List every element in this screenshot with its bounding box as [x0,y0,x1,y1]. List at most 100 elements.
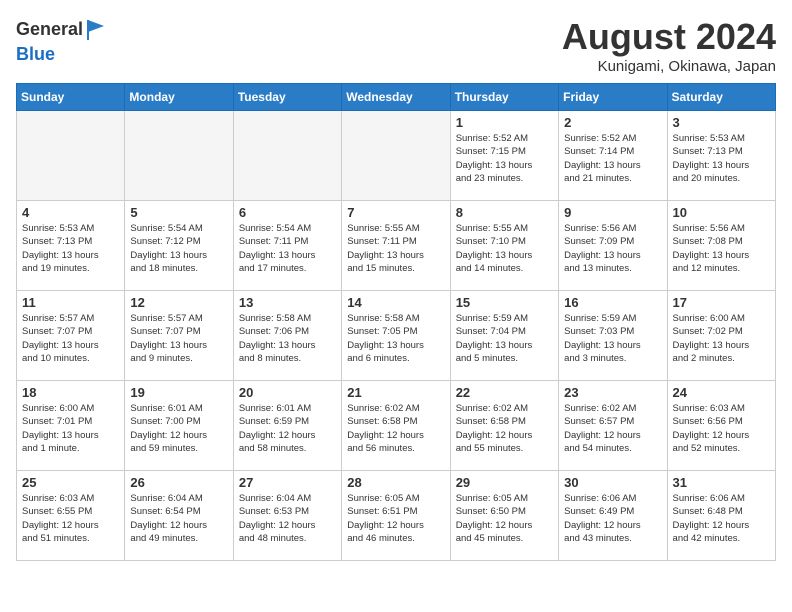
calendar-day-cell: 14 Sunrise: 5:58 AM Sunset: 7:05 PM Dayli… [342,291,450,381]
calendar-day-cell: 22 Sunrise: 6:02 AM Sunset: 6:58 PM Dayli… [450,381,558,471]
day-number: 31 [673,475,770,490]
day-number: 4 [22,205,119,220]
calendar-day-cell [342,111,450,201]
calendar-day-cell: 29 Sunrise: 6:05 AM Sunset: 6:50 PM Dayli… [450,471,558,561]
day-number: 14 [347,295,444,310]
day-number: 21 [347,385,444,400]
day-number: 2 [564,115,661,130]
day-of-week-header: Friday [559,84,667,111]
calendar-day-cell: 11 Sunrise: 5:57 AM Sunset: 7:07 PM Dayli… [17,291,125,381]
calendar-day-cell: 27 Sunrise: 6:04 AM Sunset: 6:53 PM Dayli… [233,471,341,561]
day-number: 24 [673,385,770,400]
day-info: Sunrise: 5:54 AM Sunset: 7:12 PM Dayligh… [130,222,227,275]
calendar-day-cell [17,111,125,201]
day-info: Sunrise: 5:58 AM Sunset: 7:06 PM Dayligh… [239,312,336,365]
day-info: Sunrise: 5:59 AM Sunset: 7:04 PM Dayligh… [456,312,553,365]
day-number: 6 [239,205,336,220]
day-of-week-header: Monday [125,84,233,111]
day-number: 15 [456,295,553,310]
calendar-week-row: 1 Sunrise: 5:52 AM Sunset: 7:15 PM Daylig… [17,111,776,201]
day-info: Sunrise: 6:05 AM Sunset: 6:51 PM Dayligh… [347,492,444,545]
day-info: Sunrise: 5:57 AM Sunset: 7:07 PM Dayligh… [130,312,227,365]
day-number: 23 [564,385,661,400]
day-of-week-header: Thursday [450,84,558,111]
day-info: Sunrise: 5:53 AM Sunset: 7:13 PM Dayligh… [673,132,770,185]
calendar-day-cell: 17Sunrise: 6:00 AM Sunset: 7:02 PM Dayli… [667,291,775,381]
title-section: August 2024 Kunigami, Okinawa, Japan [562,16,776,75]
day-info: Sunrise: 6:01 AM Sunset: 6:59 PM Dayligh… [239,402,336,455]
calendar-day-cell: 3 Sunrise: 5:53 AM Sunset: 7:13 PM Daylig… [667,111,775,201]
day-of-week-header: Wednesday [342,84,450,111]
day-number: 25 [22,475,119,490]
calendar-day-cell [233,111,341,201]
calendar-day-cell: 31 Sunrise: 6:06 AM Sunset: 6:48 PM Dayli… [667,471,775,561]
calendar-header-row: SundayMondayTuesdayWednesdayThursdayFrid… [17,84,776,111]
day-number: 8 [456,205,553,220]
calendar-day-cell: 30Sunrise: 6:06 AM Sunset: 6:49 PM Dayli… [559,471,667,561]
calendar-table: SundayMondayTuesdayWednesdayThursdayFrid… [16,83,776,561]
calendar-week-row: 11 Sunrise: 5:57 AM Sunset: 7:07 PM Dayli… [17,291,776,381]
day-number: 13 [239,295,336,310]
calendar-day-cell: 5 Sunrise: 5:54 AM Sunset: 7:12 PM Daylig… [125,201,233,291]
logo-general: General [16,19,83,39]
day-number: 3 [673,115,770,130]
day-number: 5 [130,205,227,220]
day-number: 27 [239,475,336,490]
logo: General Blue [16,16,113,66]
day-info: Sunrise: 5:55 AM Sunset: 7:11 PM Dayligh… [347,222,444,275]
day-info: Sunrise: 5:56 AM Sunset: 7:09 PM Dayligh… [564,222,661,275]
calendar-week-row: 4 Sunrise: 5:53 AM Sunset: 7:13 PM Daylig… [17,201,776,291]
day-number: 19 [130,385,227,400]
calendar-day-cell: 12Sunrise: 5:57 AM Sunset: 7:07 PM Dayli… [125,291,233,381]
page-header: General Blue August 2024 Kunigami, Okina… [16,16,776,75]
day-number: 7 [347,205,444,220]
day-info: Sunrise: 6:03 AM Sunset: 6:55 PM Dayligh… [22,492,119,545]
day-number: 1 [456,115,553,130]
day-number: 10 [673,205,770,220]
logo-blue: Blue [16,44,55,64]
calendar-day-cell: 20Sunrise: 6:01 AM Sunset: 6:59 PM Dayli… [233,381,341,471]
day-info: Sunrise: 6:01 AM Sunset: 7:00 PM Dayligh… [130,402,227,455]
day-number: 22 [456,385,553,400]
calendar-day-cell: 26 Sunrise: 6:04 AM Sunset: 6:54 PM Dayli… [125,471,233,561]
day-info: Sunrise: 6:05 AM Sunset: 6:50 PM Dayligh… [456,492,553,545]
calendar-day-cell: 1 Sunrise: 5:52 AM Sunset: 7:15 PM Daylig… [450,111,558,201]
day-number: 17 [673,295,770,310]
day-info: Sunrise: 5:53 AM Sunset: 7:13 PM Dayligh… [22,222,119,275]
day-number: 16 [564,295,661,310]
calendar-day-cell: 4 Sunrise: 5:53 AM Sunset: 7:13 PM Daylig… [17,201,125,291]
day-number: 9 [564,205,661,220]
day-number: 11 [22,295,119,310]
day-number: 26 [130,475,227,490]
calendar-day-cell: 7 Sunrise: 5:55 AM Sunset: 7:11 PM Daylig… [342,201,450,291]
calendar-day-cell: 6Sunrise: 5:54 AM Sunset: 7:11 PM Daylig… [233,201,341,291]
day-info: Sunrise: 6:03 AM Sunset: 6:56 PM Dayligh… [673,402,770,455]
calendar-day-cell: 9 Sunrise: 5:56 AM Sunset: 7:09 PM Daylig… [559,201,667,291]
calendar-day-cell [125,111,233,201]
calendar-day-cell: 28Sunrise: 6:05 AM Sunset: 6:51 PM Dayli… [342,471,450,561]
day-info: Sunrise: 6:04 AM Sunset: 6:54 PM Dayligh… [130,492,227,545]
day-info: Sunrise: 5:57 AM Sunset: 7:07 PM Dayligh… [22,312,119,365]
calendar-day-cell: 23Sunrise: 6:02 AM Sunset: 6:57 PM Dayli… [559,381,667,471]
day-info: Sunrise: 6:04 AM Sunset: 6:53 PM Dayligh… [239,492,336,545]
calendar-day-cell: 15 Sunrise: 5:59 AM Sunset: 7:04 PM Dayli… [450,291,558,381]
day-of-week-header: Tuesday [233,84,341,111]
day-info: Sunrise: 5:52 AM Sunset: 7:15 PM Dayligh… [456,132,553,185]
day-info: Sunrise: 5:58 AM Sunset: 7:05 PM Dayligh… [347,312,444,365]
calendar-day-cell: 10Sunrise: 5:56 AM Sunset: 7:08 PM Dayli… [667,201,775,291]
day-number: 29 [456,475,553,490]
calendar-week-row: 25 Sunrise: 6:03 AM Sunset: 6:55 PM Dayli… [17,471,776,561]
calendar-day-cell: 16Sunrise: 5:59 AM Sunset: 7:03 PM Dayli… [559,291,667,381]
day-info: Sunrise: 6:00 AM Sunset: 7:01 PM Dayligh… [22,402,119,455]
day-of-week-header: Saturday [667,84,775,111]
day-number: 30 [564,475,661,490]
day-info: Sunrise: 6:02 AM Sunset: 6:58 PM Dayligh… [347,402,444,455]
day-of-week-header: Sunday [17,84,125,111]
calendar-day-cell: 18Sunrise: 6:00 AM Sunset: 7:01 PM Dayli… [17,381,125,471]
day-info: Sunrise: 5:55 AM Sunset: 7:10 PM Dayligh… [456,222,553,275]
month-title: August 2024 [562,16,776,58]
day-info: Sunrise: 6:06 AM Sunset: 6:48 PM Dayligh… [673,492,770,545]
day-info: Sunrise: 6:02 AM Sunset: 6:58 PM Dayligh… [456,402,553,455]
calendar-day-cell: 24 Sunrise: 6:03 AM Sunset: 6:56 PM Dayli… [667,381,775,471]
logo-flag-icon [84,16,112,44]
